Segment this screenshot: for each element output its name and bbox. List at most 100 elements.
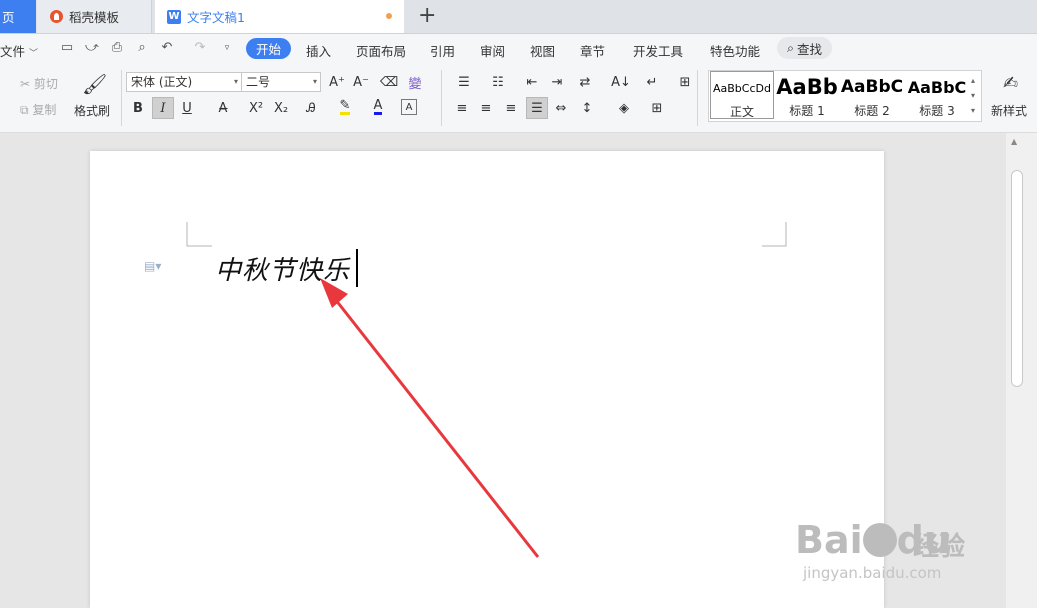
menu-special-features[interactable]: 特色功能 bbox=[710, 41, 760, 60]
menu-view[interactable]: 视图 bbox=[530, 41, 555, 60]
copy-button[interactable]: ⧉ 复制 bbox=[20, 101, 56, 118]
style-preview: AaBbC bbox=[840, 77, 904, 97]
char-border-icon[interactable]: A bbox=[401, 99, 417, 115]
writer-doc-icon: W bbox=[167, 9, 181, 24]
style-name: 标题 2 bbox=[854, 104, 890, 118]
chevron-down-icon: ﹀ bbox=[29, 49, 39, 59]
font-name-select[interactable]: 宋体 (正文) ▾ bbox=[126, 72, 242, 92]
daoke-logo-icon bbox=[50, 10, 63, 23]
ribbon-divider bbox=[441, 70, 442, 126]
watermark-url: jingyan.baidu.com bbox=[803, 564, 942, 582]
menu-file-label: 文件 bbox=[0, 44, 26, 59]
underline-button[interactable]: U bbox=[178, 99, 196, 117]
align-center-icon[interactable]: ≡ bbox=[477, 99, 495, 117]
text-effect-icon[interactable]: Ꭿ bbox=[302, 99, 320, 117]
annotation-arrow bbox=[320, 278, 540, 558]
search-label: 查找 bbox=[797, 41, 823, 57]
numbered-list-icon[interactable]: ☷ bbox=[489, 73, 507, 91]
table-grid-icon[interactable]: ⊞ bbox=[676, 73, 694, 91]
watermark-product: 经验 bbox=[913, 532, 966, 562]
copy-label: 复制 bbox=[32, 103, 57, 117]
style-preview: AaBb bbox=[776, 75, 838, 99]
show-marks-icon[interactable]: ↵ bbox=[643, 73, 661, 91]
style-heading-2[interactable]: AaBbC 标题 2 bbox=[840, 71, 904, 119]
highlight-color-icon[interactable]: ✎ bbox=[336, 98, 354, 116]
margin-corner-mark bbox=[762, 222, 787, 247]
menu-developer[interactable]: 开发工具 bbox=[633, 41, 683, 60]
undo-icon[interactable]: ↶ bbox=[160, 41, 174, 55]
style-normal[interactable]: AaBbCcDd 正文 bbox=[710, 71, 774, 119]
watermark-brand: Bai bbox=[795, 518, 863, 562]
print-preview-icon[interactable]: ⌕ bbox=[135, 41, 149, 55]
decrease-indent-icon[interactable]: ⇤ bbox=[523, 73, 541, 91]
paragraph-handle-icon[interactable]: ▤▾ bbox=[144, 259, 161, 273]
style-name: 正文 bbox=[729, 105, 754, 119]
style-name: 标题 3 bbox=[919, 104, 955, 118]
font-color-icon[interactable]: A bbox=[369, 98, 387, 116]
scissors-icon: ✂ bbox=[20, 77, 31, 91]
bullet-list-icon[interactable]: ☰ bbox=[455, 73, 473, 91]
align-right-icon[interactable]: ≡ bbox=[502, 99, 520, 117]
menu-insert[interactable]: 插入 bbox=[306, 41, 331, 60]
redo-icon[interactable]: ↷ bbox=[193, 41, 207, 55]
menu-page-layout[interactable]: 页面布局 bbox=[356, 41, 406, 60]
superscript-icon[interactable]: X² bbox=[247, 99, 265, 117]
menu-start-label: 开始 bbox=[255, 42, 281, 57]
font-size-select[interactable]: 二号 ▾ bbox=[241, 72, 321, 92]
new-style-icon[interactable]: ✍ bbox=[1003, 73, 1018, 94]
format-painter-icon[interactable]: 🖌 bbox=[82, 72, 107, 96]
menu-references[interactable]: 引用 bbox=[430, 41, 455, 60]
shrink-font-icon[interactable]: A⁻ bbox=[352, 73, 370, 91]
tab-bar: 页 稻壳模板 W 文字文稿1 + bbox=[0, 0, 1037, 34]
borders-icon[interactable]: ⊞ bbox=[648, 99, 666, 117]
customize-qa-icon[interactable]: ▿ bbox=[220, 41, 234, 55]
copy-icon: ⧉ bbox=[20, 103, 29, 117]
style-heading-1[interactable]: AaBb 标题 1 bbox=[775, 71, 839, 119]
print-icon[interactable]: ⎙ bbox=[110, 41, 124, 55]
font-size-value: 二号 bbox=[246, 75, 271, 89]
style-preview: AaBbCcDd bbox=[713, 82, 771, 95]
unsaved-indicator bbox=[386, 13, 392, 19]
shading-icon[interactable]: ◈ bbox=[615, 99, 633, 117]
search-button[interactable]: ⌕ 查找 bbox=[777, 37, 832, 59]
increase-indent-icon[interactable]: ⇥ bbox=[548, 73, 566, 91]
sort-icon[interactable]: A↓ bbox=[611, 73, 631, 91]
styles-scroll-icon[interactable]: ▴ ▾ ▾ bbox=[971, 73, 975, 118]
menu-file[interactable]: 文件 ﹀ bbox=[0, 41, 38, 60]
new-tab-button[interactable]: + bbox=[418, 3, 436, 28]
style-heading-3[interactable]: AaBbC 标题 3 bbox=[905, 71, 969, 119]
save-icon[interactable]: ▭ bbox=[60, 41, 74, 55]
justify-icon[interactable]: ☰ bbox=[526, 97, 548, 119]
text-direction-icon[interactable]: ⇄ bbox=[576, 73, 594, 91]
menu-chapter[interactable]: 章节 bbox=[580, 41, 605, 60]
ribbon-divider bbox=[697, 70, 698, 126]
dropdown-arrow-icon: ▾ bbox=[233, 77, 238, 86]
tab-document[interactable]: W 文字文稿1 bbox=[155, 0, 404, 33]
new-style-button[interactable]: 新样式 bbox=[991, 102, 1027, 119]
italic-button[interactable]: I bbox=[152, 97, 174, 119]
tab-home-label: 页 bbox=[2, 10, 15, 25]
clear-format-icon[interactable]: ⌫ bbox=[380, 73, 398, 91]
scrollbar-thumb[interactable] bbox=[1011, 170, 1023, 387]
strikethrough-icon[interactable]: A̶ bbox=[214, 99, 232, 117]
tab-document-label: 文字文稿1 bbox=[187, 10, 245, 25]
menu-review[interactable]: 审阅 bbox=[480, 41, 505, 60]
distribute-icon[interactable]: ⇔ bbox=[552, 99, 570, 117]
line-spacing-icon[interactable]: ↕ bbox=[578, 99, 596, 117]
align-left-icon[interactable]: ≡ bbox=[453, 99, 471, 117]
format-painter-label[interactable]: 格式刷 bbox=[74, 102, 110, 119]
subscript-icon[interactable]: X₂ bbox=[272, 99, 290, 117]
tab-home[interactable]: 页 bbox=[0, 0, 36, 33]
paw-logo-icon bbox=[862, 523, 897, 557]
scroll-up-icon[interactable]: ▲ bbox=[1011, 137, 1017, 146]
tab-template[interactable]: 稻壳模板 bbox=[37, 0, 152, 33]
bold-button[interactable]: B bbox=[129, 99, 147, 117]
styles-gallery: AaBbCcDd 正文 AaBb 标题 1 AaBbC 标题 2 AaBbC 标… bbox=[708, 70, 982, 122]
phonetic-guide-icon[interactable]: 變 bbox=[406, 73, 424, 92]
menu-start[interactable]: 开始 bbox=[246, 38, 291, 59]
output-pdf-icon[interactable]: ⤻ bbox=[85, 41, 99, 55]
grow-font-icon[interactable]: A⁺ bbox=[328, 73, 346, 91]
style-name: 标题 1 bbox=[789, 104, 825, 118]
menu-bar bbox=[0, 34, 1037, 64]
cut-button[interactable]: ✂ 剪切 bbox=[20, 75, 58, 92]
